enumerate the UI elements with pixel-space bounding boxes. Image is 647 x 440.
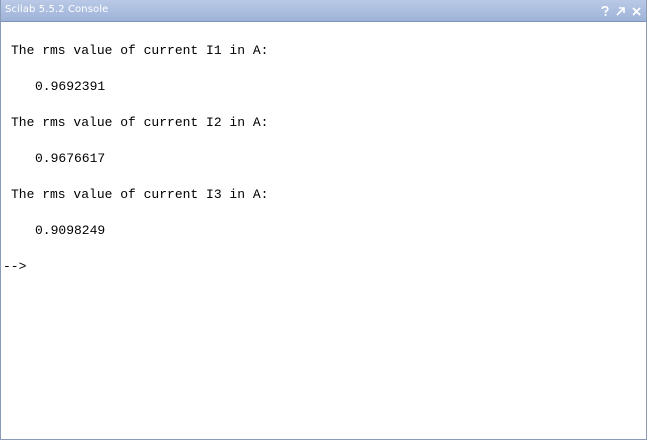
console-window: Scilab 5.5.2 Console The rms value of cu… bbox=[0, 0, 647, 440]
output-line: The rms value of current I1 in A: bbox=[11, 43, 269, 58]
output-value: 0.9098249 bbox=[35, 223, 106, 238]
close-icon[interactable] bbox=[631, 4, 642, 18]
console-output[interactable]: The rms value of current I1 in A: 0.9692… bbox=[3, 23, 644, 437]
output-value: 0.9692391 bbox=[35, 79, 106, 94]
help-icon[interactable] bbox=[599, 4, 610, 18]
window-title: Scilab 5.5.2 Console bbox=[5, 4, 109, 15]
output-value: 0.9676617 bbox=[35, 151, 106, 166]
console-prompt[interactable]: --> bbox=[3, 249, 26, 285]
output-line: The rms value of current I3 in A: bbox=[11, 187, 269, 202]
title-bar-buttons bbox=[599, 3, 642, 19]
output-line: The rms value of current I2 in A: bbox=[11, 115, 269, 130]
title-bar[interactable]: Scilab 5.5.2 Console bbox=[1, 0, 646, 22]
undock-icon[interactable] bbox=[615, 4, 626, 18]
